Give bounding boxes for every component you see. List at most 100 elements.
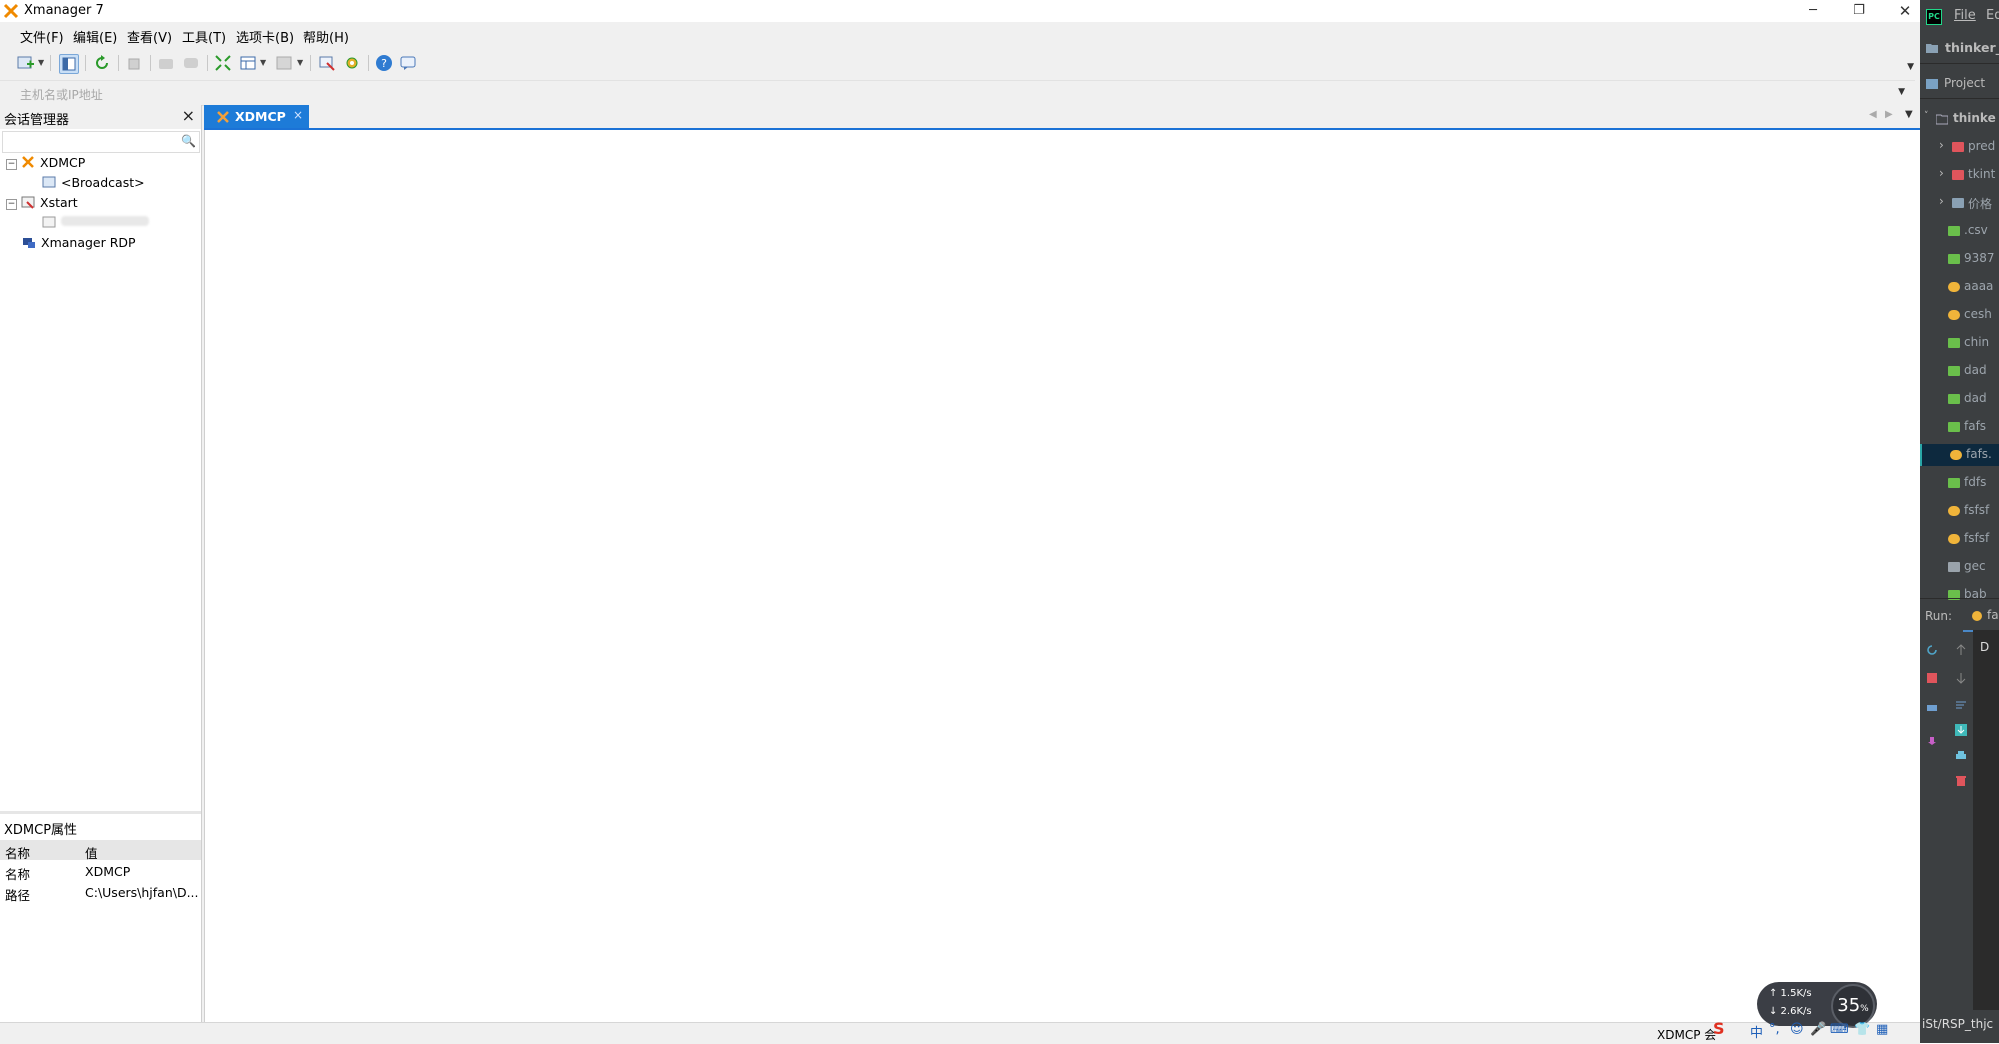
skin-icon[interactable]: 👕 <box>1854 1022 1870 1037</box>
ide-file-item[interactable]: 9387 <box>1920 248 1999 270</box>
ide-file-item[interactable]: fafs. <box>1920 444 1999 466</box>
session-search-input[interactable]: 🔍 <box>2 131 200 153</box>
csv-icon <box>1948 226 1960 236</box>
ide-file-item[interactable]: chin <box>1920 332 1999 354</box>
new-session-dropdown-icon[interactable]: ▼ <box>38 58 44 67</box>
layout-icon[interactable] <box>239 54 257 72</box>
menu-tabs[interactable]: 选项卡(B) <box>236 27 294 46</box>
chat-gray-icon[interactable] <box>182 54 200 72</box>
chevron-right-icon[interactable]: › <box>1939 194 1944 208</box>
tile-icon[interactable] <box>275 54 293 72</box>
collapse-icon[interactable]: − <box>6 199 17 210</box>
menu-help[interactable]: 帮助(H) <box>303 27 349 46</box>
microphone-icon[interactable]: 🎤 <box>1810 1022 1826 1037</box>
run-tab[interactable]: fa <box>1963 603 1999 632</box>
search-icon[interactable]: 🔍 <box>181 134 196 148</box>
ide-file-item[interactable]: fdfs <box>1920 472 1999 494</box>
tree-item-xstart[interactable]: − Xstart <box>6 195 78 213</box>
toolbox-icon[interactable]: ▦ <box>1876 1022 1888 1037</box>
chevron-right-icon[interactable]: › <box>1939 166 1944 180</box>
new-session-icon[interactable] <box>17 54 35 72</box>
folder-gray-icon[interactable] <box>157 54 175 72</box>
scroll-to-end-icon[interactable] <box>1955 724 1967 736</box>
arrow-up-icon[interactable] <box>1955 644 1967 656</box>
disconnect-icon[interactable] <box>126 54 144 72</box>
tree-item-broadcast[interactable]: <Broadcast> <box>42 175 145 193</box>
file-name: cesh <box>1964 307 1992 321</box>
emoji-icon[interactable]: ☺ <box>1790 1022 1804 1037</box>
ide-file-item[interactable]: .csv <box>1920 220 1999 242</box>
ide-file-item[interactable]: fafs <box>1920 416 1999 438</box>
tree-item-label: <Broadcast> <box>61 175 145 190</box>
layout-grid-icon[interactable] <box>1926 702 1938 714</box>
ide-file-item[interactable]: dad <box>1920 360 1999 382</box>
ide-file-item[interactable]: › tkint <box>1920 164 1999 186</box>
tab-list-dropdown-icon[interactable]: ▼ <box>1905 109 1913 120</box>
keyboard-icon[interactable]: ⌨ <box>1830 1022 1849 1037</box>
tab-next-icon[interactable]: ▶ <box>1885 109 1893 120</box>
collapse-icon[interactable]: − <box>6 159 17 170</box>
tab-prev-icon[interactable]: ◀ <box>1869 109 1877 120</box>
trash-icon[interactable] <box>1955 775 1967 787</box>
chevron-right-icon[interactable]: › <box>1939 138 1944 152</box>
session-content-area[interactable] <box>204 130 1921 1022</box>
address-dropdown-icon[interactable]: ▼ <box>1898 87 1905 97</box>
ide-file-item[interactable]: aaaa <box>1920 276 1999 298</box>
layout-dropdown-icon[interactable]: ▼ <box>260 58 266 67</box>
tab-xdmcp[interactable]: XDMCP × <box>204 105 309 128</box>
ide-file-item[interactable]: › 价格 <box>1920 192 1999 214</box>
pin-icon[interactable] <box>1926 736 1938 748</box>
ide-menu-edit[interactable]: Ed <box>1986 8 1999 23</box>
chevron-down-icon[interactable]: ˅ <box>1924 111 1929 121</box>
close-panel-icon[interactable]: × <box>182 106 195 125</box>
status-text: XDMCP 会 <box>1657 1028 1717 1042</box>
transfer-icon[interactable] <box>318 54 336 72</box>
menu-edit[interactable]: 编辑(E) <box>73 27 117 46</box>
stop-icon[interactable] <box>1926 672 1938 684</box>
punctuation-icon[interactable]: °, <box>1769 1022 1780 1037</box>
address-bar[interactable]: 主机名或IP地址 ▼ <box>0 80 1915 106</box>
menu-file[interactable]: 文件(F) <box>20 27 64 46</box>
minimize-button[interactable]: ─ <box>1790 0 1836 22</box>
sogou-ime-icon[interactable]: S <box>1713 1019 1725 1038</box>
fullscreen-icon[interactable] <box>214 54 232 72</box>
address-input[interactable]: 主机名或IP地址 <box>20 86 103 103</box>
gear-icon[interactable] <box>343 54 361 72</box>
tree-item-rdp[interactable]: Xmanager RDP <box>22 235 136 253</box>
redacted-session-name <box>61 216 149 226</box>
session-manager-toggle-icon[interactable] <box>59 54 79 74</box>
ide-project-name[interactable]: thinker_ <box>1945 40 1999 55</box>
help-icon[interactable]: ? <box>375 54 393 72</box>
properties-title: XDMCP属性 <box>4 823 78 838</box>
arrow-down-icon[interactable] <box>1955 672 1967 684</box>
xmanager-logo-icon <box>3 3 19 19</box>
ide-file-item[interactable]: fsfsf <box>1920 528 1999 550</box>
toolbar: ▼ ▼ ▼ ? ▼ <box>0 48 1920 78</box>
run-console[interactable]: D <box>1973 630 1999 1010</box>
menu-view[interactable]: 查看(V) <box>127 27 172 46</box>
toolbar-overflow-icon[interactable]: ▼ <box>1907 62 1914 72</box>
tab-close-icon[interactable]: × <box>293 108 303 122</box>
tree-item-xstart-child[interactable] <box>42 215 149 233</box>
session-manager-panel: 会话管理器 × 🔍 − XDMCP <Broadcast> − Xstart Xma… <box>0 105 202 1024</box>
tree-item-xdmcp[interactable]: − XDMCP <box>6 155 85 173</box>
ide-file-item[interactable]: dad <box>1920 388 1999 410</box>
ide-file-item[interactable]: fsfsf <box>1920 500 1999 522</box>
restore-button[interactable]: ❐ <box>1836 0 1882 22</box>
ide-file-item[interactable]: gec <box>1920 556 1999 578</box>
feedback-icon[interactable] <box>399 54 417 72</box>
tile-dropdown-icon[interactable]: ▼ <box>297 58 303 67</box>
soft-wrap-icon[interactable] <box>1955 699 1967 711</box>
ide-menu-file[interactable]: File <box>1954 8 1976 23</box>
ide-project-tab[interactable]: Project <box>1920 70 1999 99</box>
ime-mode-icon[interactable]: 中 <box>1750 1022 1763 1041</box>
refresh-icon[interactable] <box>93 54 111 72</box>
ide-file-item[interactable]: › pred <box>1920 136 1999 158</box>
rerun-icon[interactable] <box>1926 644 1938 656</box>
ide-file-item[interactable]: cesh <box>1920 304 1999 326</box>
csv-icon <box>1948 422 1960 432</box>
print-icon[interactable] <box>1955 750 1967 762</box>
pycharm-logo-icon: PC <box>1926 9 1942 25</box>
ide-tree-root[interactable]: ˅ thinke <box>1920 108 1999 130</box>
menu-tools[interactable]: 工具(T) <box>182 27 226 46</box>
